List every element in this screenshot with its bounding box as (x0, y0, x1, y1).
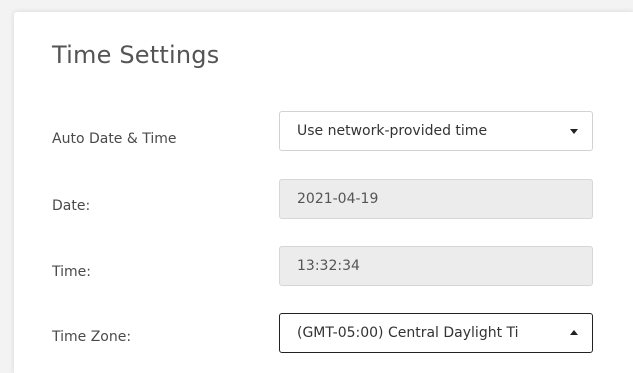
time-label: Time: (52, 264, 91, 280)
time-zone-value: (GMT-05:00) Central Daylight Ti (297, 325, 519, 341)
chevron-up-icon (570, 330, 578, 335)
auto-date-time-select[interactable]: Use network-provided time (279, 111, 593, 151)
auto-date-time-label: Auto Date & Time (52, 131, 177, 147)
chevron-down-icon (570, 129, 578, 134)
time-settings-panel: Time Settings Auto Date & Time Use netwo… (14, 12, 633, 373)
date-field: 2021-04-19 (279, 179, 593, 219)
section-title: Time Settings (52, 41, 220, 69)
time-value: 13:32:34 (297, 258, 360, 274)
time-zone-select[interactable]: (GMT-05:00) Central Daylight Ti (279, 313, 593, 353)
time-zone-label: Time Zone: (52, 329, 132, 345)
auto-date-time-value: Use network-provided time (297, 123, 488, 139)
date-label: Date: (52, 198, 91, 214)
time-field: 13:32:34 (279, 246, 593, 286)
date-value: 2021-04-19 (297, 191, 379, 207)
